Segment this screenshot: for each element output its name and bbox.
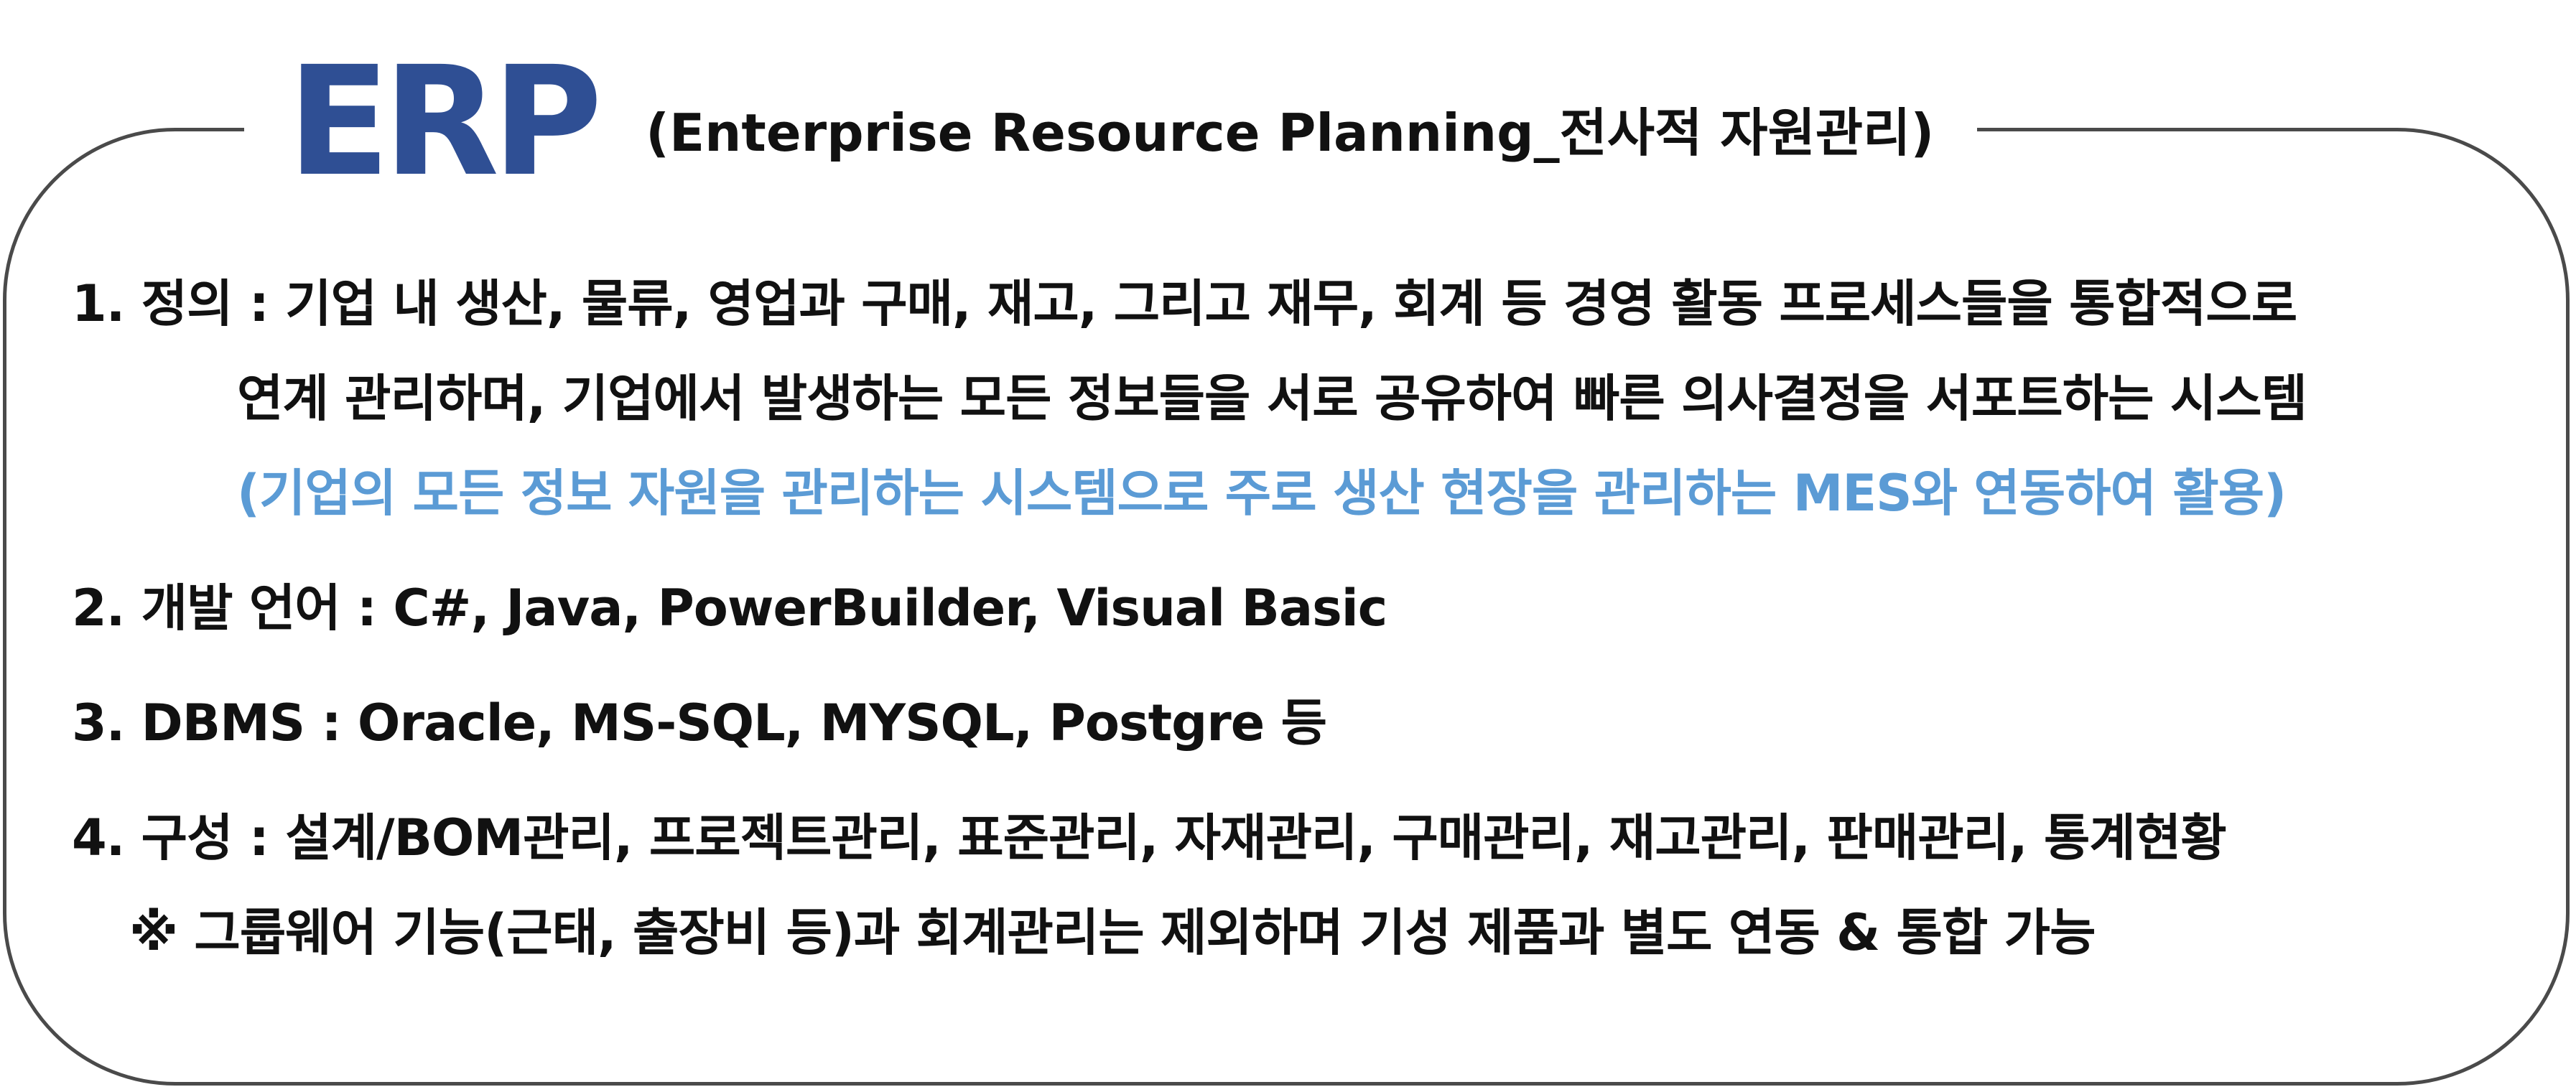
- item-composition-note: ※ 그룹웨어 기능(근태, 출장비 등)과 회계관리는 제외하며 기성 제품과 …: [129, 903, 2096, 962]
- item-composition-line-1: 4. 구성 : 설계/BOM관리, 프로젝트관리, 표준관리, 자재관리, 구매…: [72, 808, 2227, 867]
- item-languages: 2. 개발 언어 : C#, Java, PowerBuilder, Visua…: [72, 579, 1387, 638]
- page-subtitle: (Enterprise Resource Planning_전사적 자원관리): [646, 103, 1935, 163]
- page-title: ERP: [287, 34, 603, 210]
- item-definition-note: (기업의 모든 정보 자원을 관리하는 시스템으로 주로 생산 현장을 관리하는…: [237, 464, 2287, 523]
- title-block: ERP (Enterprise Resource Planning_전사적 자원…: [244, 34, 1978, 210]
- item-dbms: 3. DBMS : Oracle, MS-SQL, MYSQL, Postgre…: [72, 694, 1327, 752]
- item-definition-line-1: 1. 정의 : 기업 내 생산, 물류, 영업과 구매, 재고, 그리고 재무,…: [72, 274, 2297, 333]
- item-definition-line-2: 연계 관리하며, 기업에서 발생하는 모든 정보들을 서로 공유하여 빠른 의사…: [237, 369, 2307, 428]
